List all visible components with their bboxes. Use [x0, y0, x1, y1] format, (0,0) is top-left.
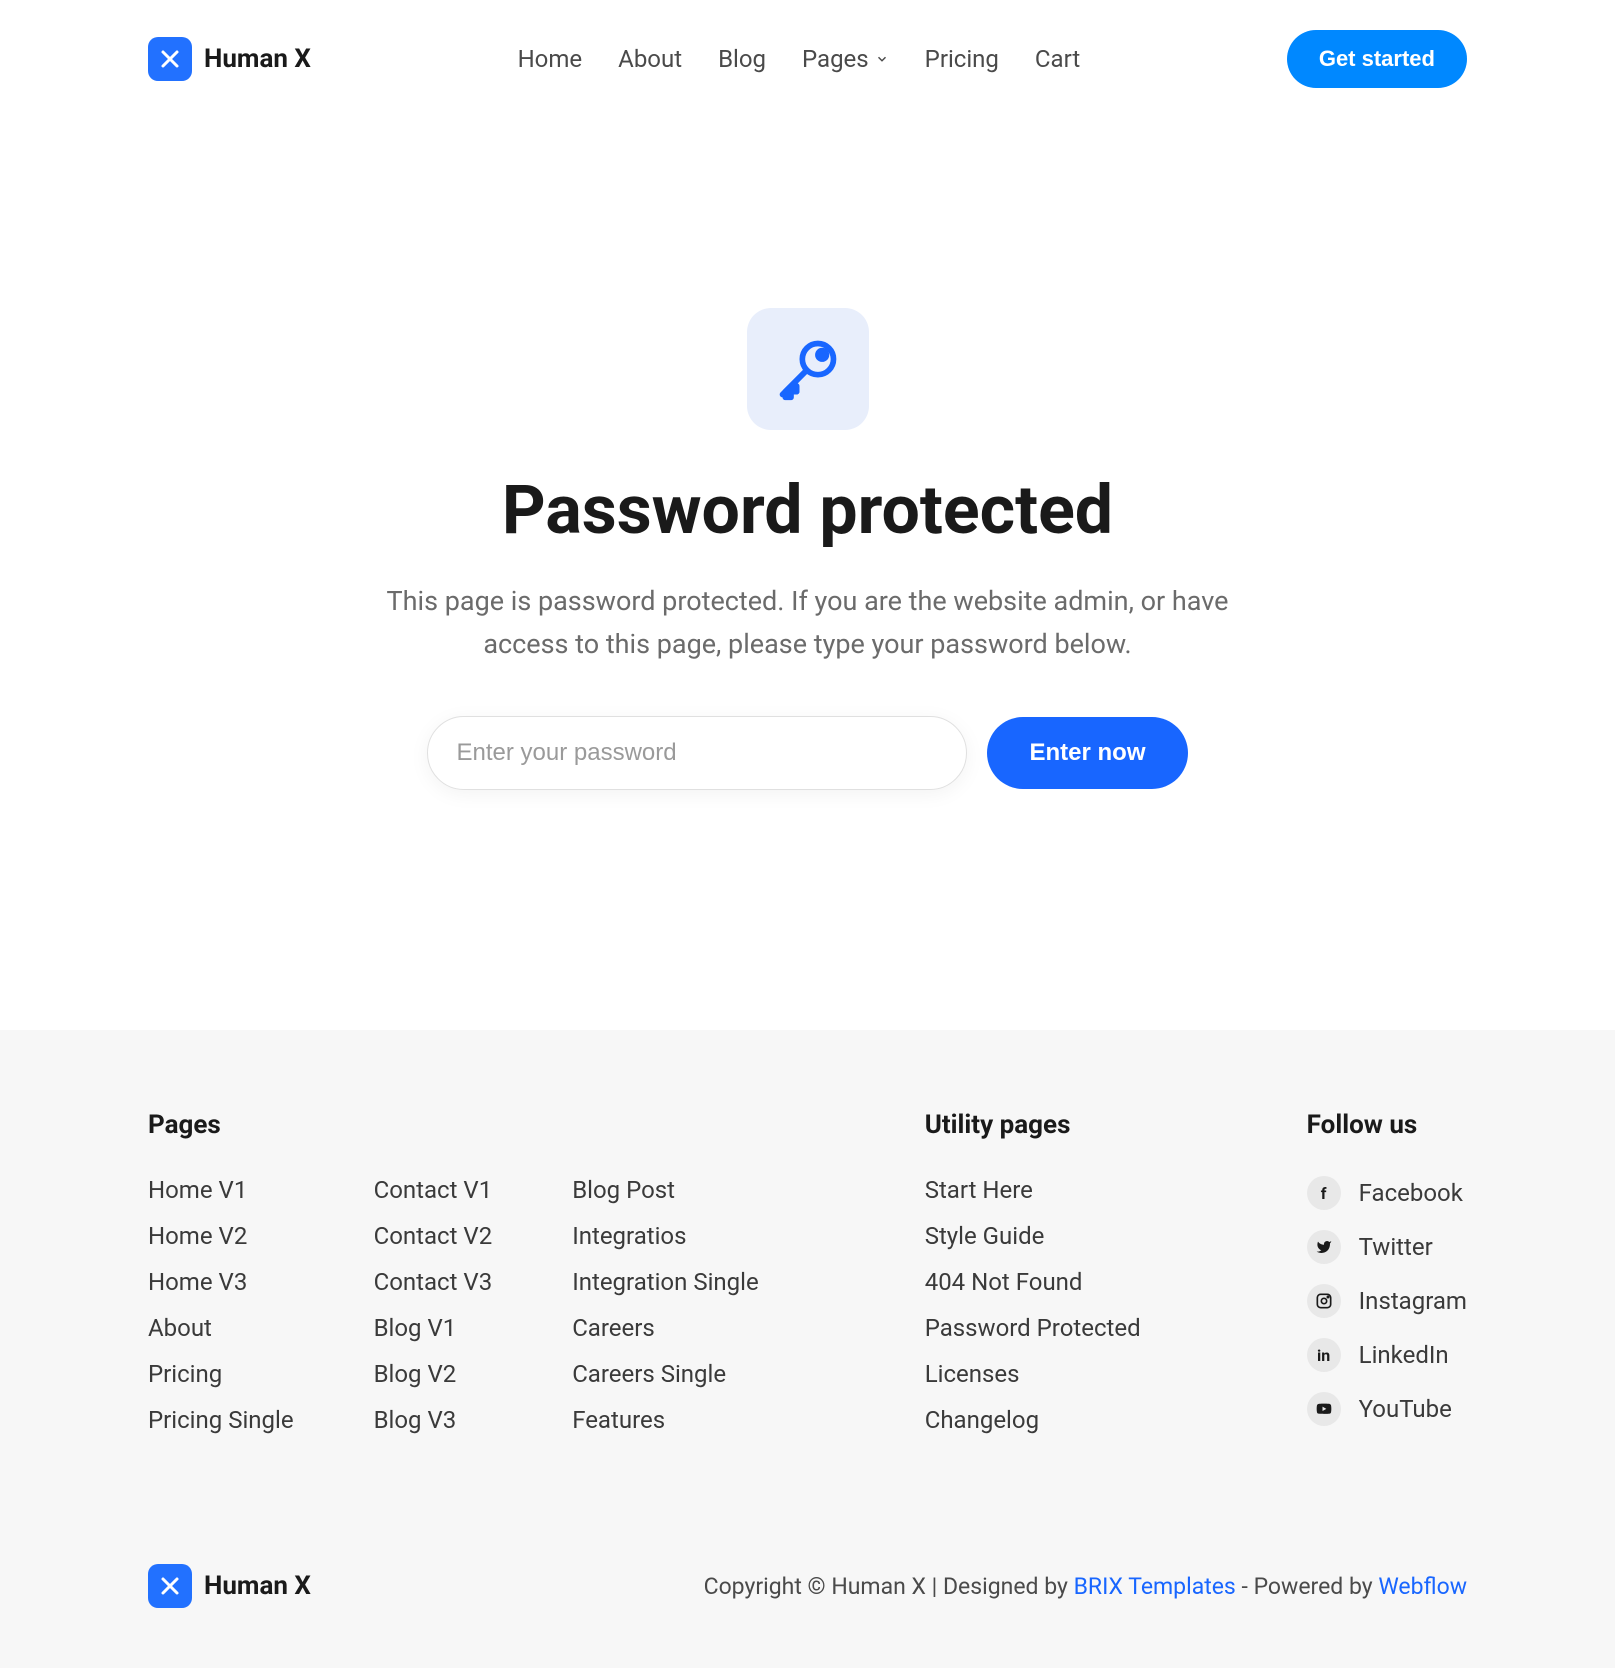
footer: Pages Home V1 Home V2 Home V3 About Pric… — [0, 1030, 1615, 1668]
youtube-icon — [1307, 1392, 1341, 1426]
logo-text: Human X — [204, 44, 311, 74]
footer-pages-col1: Home V1 Home V2 Home V3 About Pricing Pr… — [148, 1176, 294, 1434]
key-icon-container — [747, 308, 869, 430]
main-nav: Home About Blog Pages Pricing Cart — [518, 45, 1081, 73]
social-twitter[interactable]: Twitter — [1307, 1230, 1467, 1264]
logo-icon — [148, 37, 192, 81]
copyright-webflow-link[interactable]: Webflow — [1378, 1573, 1467, 1600]
logo[interactable]: Human X — [148, 37, 311, 81]
footer-link-pricing-single[interactable]: Pricing Single — [148, 1406, 294, 1434]
footer-link-contact-v3[interactable]: Contact V3 — [374, 1268, 493, 1296]
nav-cart[interactable]: Cart — [1035, 45, 1080, 73]
footer-link-blog-post[interactable]: Blog Post — [572, 1176, 759, 1204]
instagram-icon — [1307, 1284, 1341, 1318]
header: Human X Home About Blog Pages Pricing Ca… — [0, 0, 1615, 118]
social-linkedin[interactable]: in LinkedIn — [1307, 1338, 1467, 1372]
chevron-down-icon — [875, 52, 889, 66]
footer-link-404[interactable]: 404 Not Found — [925, 1268, 1141, 1296]
main-content: Password protected This page is password… — [0, 118, 1615, 1030]
nav-blog[interactable]: Blog — [718, 45, 766, 73]
footer-utility-heading: Utility pages — [925, 1110, 1141, 1140]
footer-link-careers-single[interactable]: Careers Single — [572, 1360, 759, 1388]
footer-pages-section: Pages Home V1 Home V2 Home V3 About Pric… — [148, 1110, 759, 1434]
footer-link-style-guide[interactable]: Style Guide — [925, 1222, 1141, 1250]
nav-pages-label: Pages — [802, 45, 869, 73]
nav-pricing[interactable]: Pricing — [925, 45, 999, 73]
nav-home[interactable]: Home — [518, 45, 583, 73]
footer-link-password-protected[interactable]: Password Protected — [925, 1314, 1141, 1342]
social-linkedin-label: LinkedIn — [1359, 1341, 1449, 1369]
page-title: Password protected — [502, 470, 1113, 550]
copyright-prefix: Copyright © Human X | Designed by — [704, 1573, 1074, 1600]
social-facebook[interactable]: f Facebook — [1307, 1176, 1467, 1210]
footer-link-home-v2[interactable]: Home V2 — [148, 1222, 294, 1250]
social-list: f Facebook Twitter Instagram in — [1307, 1176, 1467, 1426]
footer-link-integrations[interactable]: Integratios — [572, 1222, 759, 1250]
copyright: Copyright © Human X | Designed by BRIX T… — [704, 1573, 1467, 1600]
footer-utility-col: Start Here Style Guide 404 Not Found Pas… — [925, 1176, 1141, 1434]
footer-link-contact-v1[interactable]: Contact V1 — [374, 1176, 493, 1204]
footer-link-features[interactable]: Features — [572, 1406, 759, 1434]
footer-pages-col2: Contact V1 Contact V2 Contact V3 Blog V1… — [374, 1176, 493, 1434]
footer-link-home-v3[interactable]: Home V3 — [148, 1268, 294, 1296]
nav-about[interactable]: About — [618, 45, 682, 73]
footer-link-changelog[interactable]: Changelog — [925, 1406, 1141, 1434]
footer-link-home-v1[interactable]: Home V1 — [148, 1176, 294, 1204]
footer-bottom: Human X Copyright © Human X | Designed b… — [148, 1534, 1467, 1608]
footer-logo-icon — [148, 1564, 192, 1608]
footer-pages-grid: Home V1 Home V2 Home V3 About Pricing Pr… — [148, 1176, 759, 1434]
footer-pages-heading: Pages — [148, 1110, 759, 1140]
footer-link-integration-single[interactable]: Integration Single — [572, 1268, 759, 1296]
footer-logo-text: Human X — [204, 1571, 311, 1601]
twitter-icon — [1307, 1230, 1341, 1264]
copyright-mid: - Powered by — [1236, 1573, 1379, 1600]
social-instagram-label: Instagram — [1359, 1287, 1467, 1315]
footer-follow-section: Follow us f Facebook Twitter Instagram — [1307, 1110, 1467, 1434]
footer-link-careers[interactable]: Careers — [572, 1314, 759, 1342]
social-twitter-label: Twitter — [1359, 1233, 1433, 1261]
page-description: This page is password protected. If you … — [348, 580, 1268, 666]
password-form: Enter now — [427, 716, 1187, 790]
footer-utility-section: Utility pages Start Here Style Guide 404… — [925, 1110, 1141, 1434]
footer-link-pricing[interactable]: Pricing — [148, 1360, 294, 1388]
footer-columns: Pages Home V1 Home V2 Home V3 About Pric… — [148, 1110, 1467, 1434]
linkedin-icon: in — [1307, 1338, 1341, 1372]
footer-logo[interactable]: Human X — [148, 1564, 311, 1608]
footer-link-blog-v1[interactable]: Blog V1 — [374, 1314, 493, 1342]
footer-link-about[interactable]: About — [148, 1314, 294, 1342]
key-icon — [774, 335, 842, 403]
social-facebook-label: Facebook — [1359, 1179, 1463, 1207]
footer-link-blog-v2[interactable]: Blog V2 — [374, 1360, 493, 1388]
nav-pages[interactable]: Pages — [802, 45, 889, 73]
facebook-icon: f — [1307, 1176, 1341, 1210]
social-youtube-label: YouTube — [1359, 1395, 1452, 1423]
footer-link-licenses[interactable]: Licenses — [925, 1360, 1141, 1388]
copyright-brix-link[interactable]: BRIX Templates — [1074, 1573, 1236, 1600]
password-input[interactable] — [427, 716, 967, 790]
footer-link-contact-v2[interactable]: Contact V2 — [374, 1222, 493, 1250]
footer-link-blog-v3[interactable]: Blog V3 — [374, 1406, 493, 1434]
get-started-button[interactable]: Get started — [1287, 30, 1467, 88]
footer-link-start-here[interactable]: Start Here — [925, 1176, 1141, 1204]
enter-button[interactable]: Enter now — [987, 717, 1187, 789]
footer-pages-col3: Blog Post Integratios Integration Single… — [572, 1176, 759, 1434]
social-youtube[interactable]: YouTube — [1307, 1392, 1467, 1426]
social-instagram[interactable]: Instagram — [1307, 1284, 1467, 1318]
footer-follow-heading: Follow us — [1307, 1110, 1467, 1140]
